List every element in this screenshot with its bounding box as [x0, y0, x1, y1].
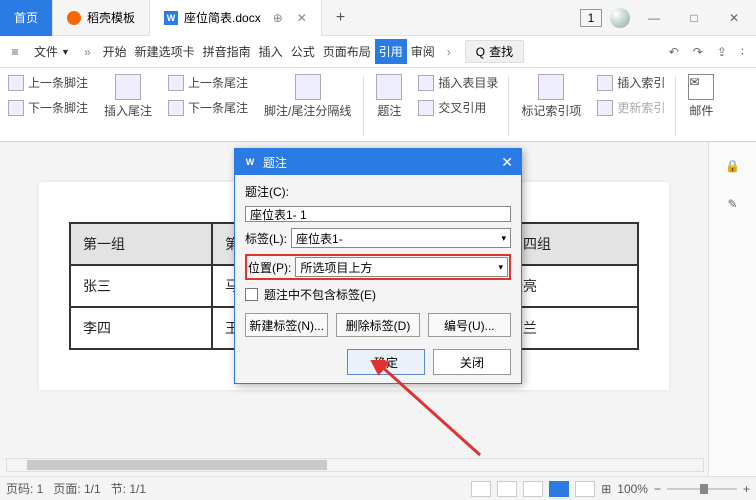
new-tab-button[interactable]: + — [322, 9, 359, 27]
cross-reference-button[interactable]: 交叉引用 — [412, 95, 504, 120]
dialog-close-icon[interactable]: ✕ — [501, 154, 513, 171]
chevron-right-icon[interactable]: › — [441, 45, 457, 59]
zoom-out[interactable]: − — [654, 482, 661, 496]
zoom-slider[interactable] — [667, 488, 737, 490]
more-icon[interactable]: ∶ — [741, 45, 744, 59]
position-label: 位置(P): — [248, 259, 291, 276]
label-label: 标签(L): — [245, 230, 287, 247]
tab-layout[interactable]: 页面布局 — [319, 39, 375, 64]
redo-icon[interactable]: ↷ — [693, 45, 703, 59]
dialog-title: 题注 — [263, 154, 287, 171]
search-box[interactable]: Q 查找 — [465, 40, 524, 63]
hamburger-icon[interactable]: ≡ — [4, 45, 26, 59]
caption-input[interactable] — [245, 206, 511, 222]
label-select[interactable]: 座位表1-▾ — [291, 228, 511, 248]
window-count[interactable]: 1 — [580, 9, 602, 27]
template-tab[interactable]: 稻壳模板 — [53, 0, 150, 36]
ok-button[interactable]: 确定 — [347, 349, 425, 375]
prev-endnote-button[interactable]: 上一条尾注 — [162, 70, 254, 95]
file-menu[interactable]: 文件▼ — [28, 41, 76, 62]
tab-review[interactable]: 审阅 — [407, 39, 439, 64]
page-number-status[interactable]: 页码: 1 — [6, 480, 43, 497]
tab-insert[interactable]: 插入 — [255, 39, 287, 64]
numbering-button[interactable]: 编号(U)... — [428, 313, 511, 337]
view-mode-4[interactable] — [549, 481, 569, 497]
share-icon[interactable]: ⇪ — [717, 45, 727, 59]
horizontal-scrollbar[interactable] — [6, 458, 704, 472]
chevron-left-icon[interactable]: » — [78, 45, 97, 59]
pages-status[interactable]: 页面: 1/1 — [53, 480, 100, 497]
zoom-in[interactable]: + — [743, 482, 750, 496]
insert-endnote-button[interactable]: 插入尾注 — [96, 70, 160, 123]
pin-icon[interactable]: ⊕ — [273, 11, 283, 25]
document-tab[interactable]: W 座位简表.docx ⊕ ✕ — [150, 0, 322, 36]
close-tab-icon[interactable]: ✕ — [297, 11, 307, 25]
tab-pinyin[interactable]: 拼音指南 — [199, 39, 255, 64]
tab-new[interactable]: 新建选项卡 — [131, 39, 199, 64]
view-mode-1[interactable] — [471, 481, 491, 497]
pencil-icon[interactable]: ✎ — [723, 194, 743, 214]
avatar[interactable] — [610, 8, 630, 28]
caption-label: 题注(C): — [245, 183, 511, 200]
cancel-button[interactable]: 关闭 — [433, 349, 511, 375]
update-index-button[interactable]: 更新索引 — [591, 95, 671, 120]
delete-label-button[interactable]: 删除标签(D) — [336, 313, 419, 337]
insert-toc-button[interactable]: 插入表目录 — [412, 70, 504, 95]
ruler-icon[interactable]: ⊞ — [601, 482, 611, 496]
next-footnote-button[interactable]: 下一条脚注 — [2, 95, 94, 120]
minimize-button[interactable]: ― — [638, 2, 670, 34]
caption-button[interactable]: 题注 — [368, 70, 410, 123]
new-label-button[interactable]: 新建标签(N)... — [245, 313, 328, 337]
tab-references[interactable]: 引用 — [375, 39, 407, 64]
lock-icon[interactable]: 🔒 — [723, 156, 743, 176]
view-mode-2[interactable] — [497, 481, 517, 497]
next-endnote-button[interactable]: 下一条尾注 — [162, 95, 254, 120]
home-tab[interactable]: 首页 — [0, 0, 53, 36]
tab-formula[interactable]: 公式 — [287, 39, 319, 64]
exclude-label-checkbox[interactable]: 题注中不包含标签(E) — [245, 286, 511, 303]
mail-button[interactable]: ✉邮件 — [680, 70, 722, 123]
word-icon: W — [243, 155, 257, 169]
view-mode-3[interactable] — [523, 481, 543, 497]
footnote-separator-button[interactable]: 脚注/尾注分隔线 — [256, 70, 359, 123]
caption-dialog: W 题注 ✕ 题注(C): 标签(L): 座位表1-▾ 位置(P): 所选项目上… — [234, 148, 522, 384]
search-icon: Q — [476, 45, 485, 59]
mark-entry-button[interactable]: 标记索引项 — [513, 70, 589, 123]
zoom-label[interactable]: 100% — [617, 482, 648, 496]
maximize-button[interactable]: □ — [678, 2, 710, 34]
tab-start[interactable]: 开始 — [99, 39, 131, 64]
close-window-button[interactable]: ✕ — [718, 2, 750, 34]
undo-icon[interactable]: ↶ — [669, 45, 679, 59]
ribbon-tabs: 开始 新建选项卡 拼音指南 插入 公式 页面布局 引用 审阅 — [99, 39, 439, 64]
sections-status[interactable]: 节: 1/1 — [111, 480, 146, 497]
prev-footnote-button[interactable]: 上一条脚注 — [2, 70, 94, 95]
position-select[interactable]: 所选项目上方▾ — [295, 257, 508, 277]
insert-index-button[interactable]: 插入索引 — [591, 70, 671, 95]
word-icon: W — [164, 11, 178, 25]
view-mode-5[interactable] — [575, 481, 595, 497]
